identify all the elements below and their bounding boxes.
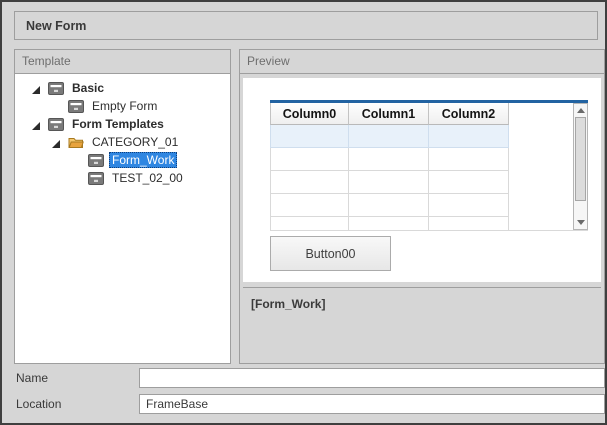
tree-item-form-templates[interactable]: Form Templates [15,115,230,133]
preview-panel-title: Preview [240,50,604,74]
grid-cell [349,148,429,171]
grid-row [270,194,588,217]
form-icon [48,82,64,95]
scroll-down-icon[interactable] [577,220,585,225]
grid-row [270,148,588,171]
vertical-scrollbar[interactable] [573,103,588,230]
grid-row [270,171,588,194]
location-label: Location [16,394,61,414]
grid-cell [429,125,509,148]
preview-area: Column0 Column1 Column2 [240,74,604,363]
grid-cell [349,194,429,217]
grid-cell [270,148,349,171]
expander-icon[interactable] [52,136,68,148]
tree-item-label: Basic [69,80,107,96]
preview-canvas: Column0 Column1 Column2 [243,78,601,282]
grid-cell [429,194,509,217]
grid-cell [349,171,429,194]
template-tree: Basic Empty Form Form Templates [15,74,230,363]
grid-cell [270,194,349,217]
tree-item-basic[interactable]: Basic [15,79,230,97]
template-panel-title: Template [15,50,230,74]
new-form-dialog: { "window": { "title": "New Form" }, "te… [0,0,607,425]
grid-cell [270,217,349,231]
grid-cell [349,125,429,148]
grid-column-header: Column0 [270,103,349,125]
dialog-title: New Form [26,19,86,33]
grid-cell [429,217,509,231]
grid-row [270,217,588,231]
tree-item-form-work[interactable]: Form_Work [15,151,230,169]
grid-column-header: Column1 [349,103,429,125]
grid-row [270,125,588,148]
dialog-title-box: New Form [14,11,598,40]
scrollbar-thumb[interactable] [575,117,586,201]
tree-item-label: Form Templates [69,116,167,132]
preview-button00[interactable]: Button00 [270,236,391,271]
tree-item-label: Empty Form [89,98,160,114]
grid-cell [429,148,509,171]
form-icon [88,154,104,167]
datagrid-header-row: Column0 Column1 Column2 [270,103,588,125]
template-description: [Form_Work] [243,287,601,360]
preview-panel: Preview Column0 Column1 Column2 [239,49,605,364]
grid-cell [429,171,509,194]
scroll-up-icon[interactable] [577,108,585,113]
form-icon [48,118,64,131]
name-label: Name [16,368,48,388]
tree-item-test-02-00[interactable]: TEST_02_00 [15,169,230,187]
tree-item-label: CATEGORY_01 [89,134,181,150]
grid-cell [270,125,349,148]
tree-item-label: Form_Work [109,152,177,168]
template-panel: Template Basic Empty Form [14,49,231,364]
expander-icon[interactable] [32,118,48,130]
preview-datagrid: Column0 Column1 Column2 [270,100,588,231]
expander-icon[interactable] [32,82,48,94]
folder-icon [68,136,84,149]
grid-cell [270,171,349,194]
form-icon [88,172,104,185]
name-input[interactable] [139,368,605,388]
form-icon [68,100,84,113]
tree-item-empty-form[interactable]: Empty Form [15,97,230,115]
tree-item-category-01[interactable]: CATEGORY_01 [15,133,230,151]
tree-item-label: TEST_02_00 [109,170,186,186]
location-input[interactable] [139,394,605,414]
grid-cell [349,217,429,231]
grid-column-header: Column2 [429,103,509,125]
